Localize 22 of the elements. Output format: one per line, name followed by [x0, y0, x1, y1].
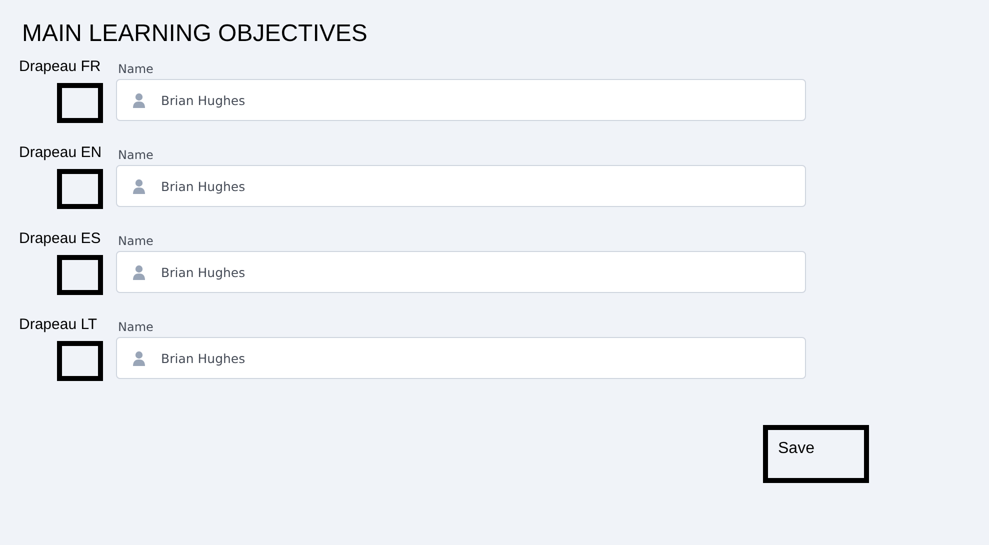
person-icon: [133, 179, 145, 194]
flag-label: Drapeau FR: [18, 58, 102, 75]
name-field[interactable]: Brian Hughes: [116, 251, 806, 293]
person-icon: [133, 93, 145, 108]
person-icon: [133, 265, 145, 280]
flag-frame: [57, 83, 103, 123]
save-button[interactable]: Save: [763, 425, 869, 483]
flag-label: Drapeau LT: [18, 316, 98, 333]
name-field[interactable]: Brian Hughes: [116, 79, 806, 121]
field-label: Name: [117, 148, 154, 164]
person-icon: [133, 351, 145, 366]
flag-frame: [57, 169, 103, 209]
field-label: Name: [117, 320, 154, 336]
name-field[interactable]: Brian Hughes: [116, 337, 806, 379]
name-field[interactable]: Brian Hughes: [116, 165, 806, 207]
flag-label: Drapeau ES: [18, 230, 102, 247]
flag-frame: [57, 341, 103, 381]
field-label: Name: [117, 234, 154, 250]
flag-label: Drapeau EN: [18, 144, 103, 161]
field-label: Name: [117, 62, 154, 78]
flag-frame: [57, 255, 103, 295]
page-title: MAIN LEARNING OBJECTIVES: [22, 20, 368, 48]
